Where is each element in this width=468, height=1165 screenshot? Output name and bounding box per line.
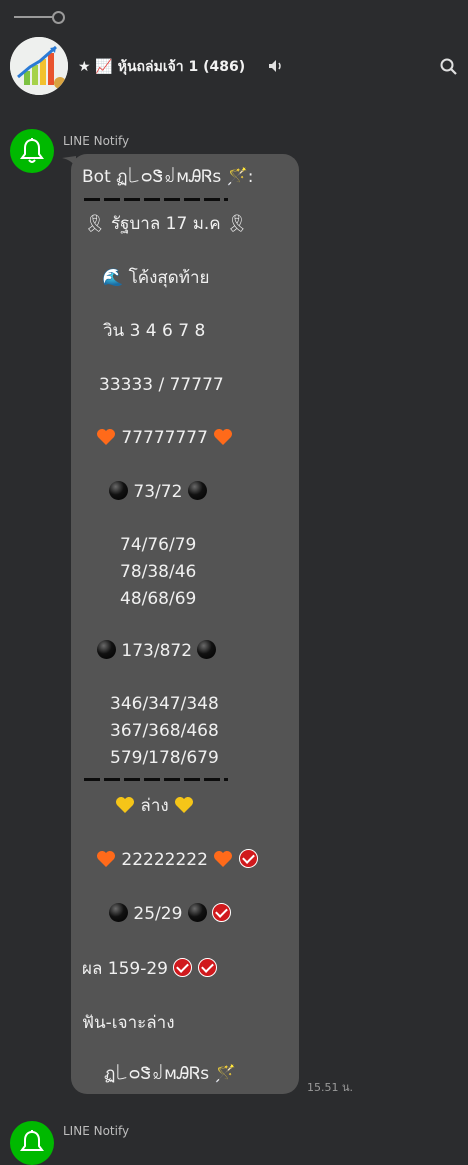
pair-line: 74/76/79 [120, 535, 197, 555]
pair-line: 78/38/46 [120, 562, 197, 582]
heart-icon [214, 851, 233, 867]
final-curve-line: 🌊 โค้งสุดท้าย [102, 268, 210, 288]
orange-heart-line: 77777777 [96, 428, 233, 448]
two-digit-line: 73/72 [109, 481, 207, 502]
group-title[interactable]: ★ 📈 หุ้นถล่มเจ้า 1 (486) [78, 56, 245, 78]
triple-set-line: 346/347/348 [110, 694, 219, 714]
black-circle-icon [109, 481, 128, 500]
sender-name: LINE Notify [63, 1124, 130, 1138]
dash-divider [84, 198, 228, 201]
message-bubble[interactable] [71, 154, 299, 1094]
heart-icon [214, 429, 233, 445]
government-line: 🎗 รัฐบาล 17 ม.ค 🎗 [84, 214, 248, 234]
bottom-heart-line: 22222222 [96, 849, 258, 870]
bell-icon [20, 138, 44, 163]
check-icon [197, 958, 217, 977]
line-notify-avatar[interactable] [10, 129, 54, 173]
black-circle-icon [109, 903, 128, 922]
win-digits-line: วิน 3 4 6 7 8 [103, 321, 206, 341]
bell-icon [20, 1130, 44, 1151]
heart-icon [97, 851, 115, 867]
bot-title-line: Bot ฏ꒒ᴑᏕ꒻ᴍᎯᏒs 🪄: [82, 167, 254, 187]
check-icon [173, 958, 193, 977]
bottom-label-line: ล่าง [115, 796, 194, 816]
black-circle-icon [197, 640, 217, 659]
check-icon [238, 849, 258, 868]
check-icon [212, 903, 232, 922]
bottom-strike-line: ฟัน-เจาะล่าง [82, 1013, 175, 1033]
triple-line: 33333 / 77777 [99, 375, 224, 395]
black-circle-icon [187, 481, 207, 500]
triple-set-line: 367/368/468 [110, 721, 219, 741]
heart-icon [97, 429, 115, 445]
dash-divider [84, 778, 228, 781]
search-icon[interactable] [440, 58, 458, 80]
bot-signature-line: ฏ꒒ᴑᏕ꒻ᴍᎯᏒs 🪄 [104, 1064, 236, 1084]
bottom-pair-line: 25/29 [109, 903, 232, 924]
sender-name: LINE Notify [63, 134, 130, 148]
speaker-icon[interactable] [268, 58, 284, 77]
triple-set-line: 579/178/679 [110, 748, 219, 768]
black-circle-icon [187, 903, 207, 922]
heart-icon [175, 797, 194, 813]
group-avatar[interactable] [10, 37, 68, 95]
message-time: 15.51 น. [307, 1081, 354, 1094]
line-notify-avatar[interactable] [10, 1121, 54, 1165]
pair-line: 48/68/69 [120, 589, 197, 609]
three-digit-line: 173/872 [97, 640, 217, 661]
result-line: ผล 159-29 [82, 958, 217, 979]
heart-icon [116, 797, 134, 813]
black-circle-icon [97, 640, 116, 659]
chat-header: ★ 📈 หุ้นถล่มเจ้า 1 (486) [0, 34, 468, 100]
slider-icon[interactable] [14, 10, 66, 24]
